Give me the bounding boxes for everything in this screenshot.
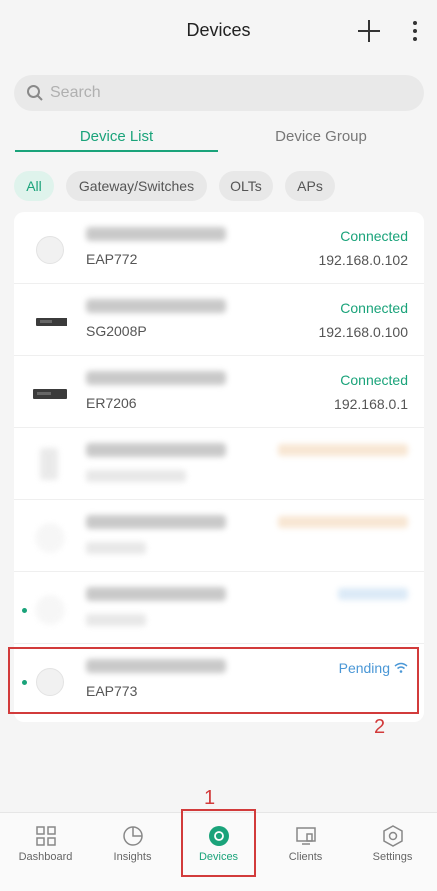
dashboard-icon (36, 826, 56, 846)
access-point-icon (36, 524, 64, 552)
device-row[interactable]: ER7206 Connected 192.168.0.1 (14, 356, 424, 428)
device-row[interactable] (14, 500, 424, 572)
device-model: SG2008P (86, 323, 147, 339)
nav-settings[interactable]: Settings (349, 813, 436, 891)
device-ip: 192.168.0.1 (334, 396, 408, 412)
device-tabs: Device List Device Group (15, 124, 424, 154)
device-mac-blurred (86, 371, 226, 385)
device-row[interactable]: EAP772 Connected 192.168.0.102 (14, 212, 424, 284)
nav-dashboard[interactable]: Dashboard (2, 813, 89, 891)
device-model-blurred (86, 470, 186, 482)
device-mac-blurred (86, 515, 226, 529)
router-icon (33, 389, 67, 399)
device-status-blurred (278, 444, 408, 456)
highlight-box-eap773 (8, 647, 419, 714)
device-model-blurred (86, 542, 146, 554)
device-mac-blurred (86, 227, 226, 241)
filter-chip-aps[interactable]: APs (285, 171, 335, 201)
device-mac-blurred (86, 299, 226, 313)
device-status-blurred (338, 588, 408, 600)
filter-chip-gateway-switches[interactable]: Gateway/Switches (66, 171, 207, 201)
annotation-marker-2: 2 (374, 716, 386, 738)
access-point-icon (36, 236, 64, 264)
tab-device-list[interactable]: Device List (15, 128, 218, 145)
annotation-marker-1: 1 (204, 787, 216, 809)
more-options-icon[interactable] (404, 18, 426, 44)
tab-device-group[interactable]: Device Group (218, 128, 424, 145)
nav-settings-label: Settings (372, 851, 413, 863)
device-row[interactable] (14, 428, 424, 500)
search-icon (27, 85, 43, 101)
clients-icon (296, 827, 316, 845)
top-bar: Devices (0, 0, 437, 64)
filter-chip-olts[interactable]: OLTs (219, 171, 273, 201)
switch-icon (36, 318, 67, 326)
device-status-blurred (278, 516, 408, 528)
device-model: ER7206 (86, 395, 137, 411)
nav-clients[interactable]: Clients (262, 813, 349, 891)
settings-icon (383, 825, 403, 847)
device-status: Connected (340, 228, 408, 244)
access-point-icon (36, 596, 64, 624)
active-tab-indicator (15, 150, 218, 152)
device-ip: 192.168.0.102 (318, 252, 408, 268)
device-status: Connected (340, 372, 408, 388)
nav-dashboard-label: Dashboard (18, 851, 73, 863)
new-device-dot (22, 608, 27, 613)
device-model-blurred (86, 614, 146, 626)
device-mac-blurred (86, 587, 226, 601)
search-placeholder: Search (50, 84, 101, 101)
add-icon[interactable] (356, 18, 382, 44)
pie-chart-icon (123, 826, 143, 846)
nav-insights[interactable]: Insights (89, 813, 176, 891)
nav-clients-label: Clients (288, 851, 323, 863)
device-row[interactable] (14, 572, 424, 644)
filter-chip-all[interactable]: All (14, 171, 54, 201)
device-row[interactable]: SG2008P Connected 192.168.0.100 (14, 284, 424, 356)
device-mac-blurred (86, 443, 226, 457)
search-input[interactable]: Search (14, 75, 424, 111)
device-icon (40, 448, 58, 480)
device-model: EAP772 (86, 251, 138, 267)
device-status: Connected (340, 300, 408, 316)
device-list: EAP772 Connected 192.168.0.102 SG2008P C… (14, 212, 424, 722)
highlight-box-devices-tab (181, 809, 256, 877)
nav-insights-label: Insights (113, 851, 152, 863)
device-ip: 192.168.0.100 (318, 324, 408, 340)
